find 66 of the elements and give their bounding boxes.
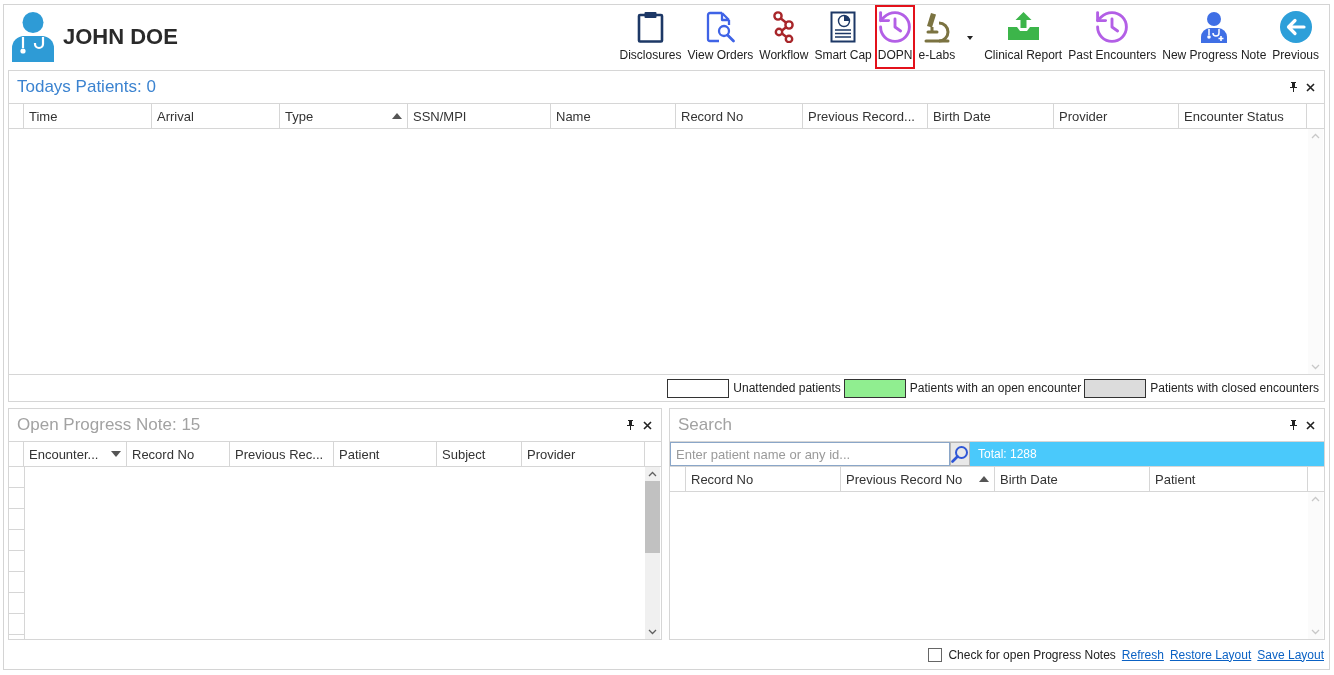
chevron-down-icon[interactable] (648, 629, 657, 635)
caret-icon[interactable] (967, 36, 974, 40)
close-icon[interactable] (643, 420, 652, 430)
total-count: Total: 1288 (978, 447, 1037, 461)
upload-tray-icon (1006, 11, 1040, 41)
panel-title: Todays Patients: 0 (17, 77, 156, 97)
scrollbar-thumb[interactable] (645, 481, 660, 553)
toolbar-button[interactable]: View Orders (684, 5, 757, 69)
clock-arrow-icon (879, 11, 912, 43)
legend-label: Unattended patients (733, 381, 841, 395)
checkbox-label: Check for open Progress Notes (948, 647, 1116, 662)
column-header[interactable]: Name (551, 104, 676, 128)
toolbar-button[interactable]: Smart Cap (811, 5, 875, 69)
column-header[interactable]: Record No (676, 104, 803, 128)
checkbox[interactable] (928, 647, 943, 662)
column-header[interactable]: Provider (522, 442, 645, 466)
column-header[interactable]: Subject (437, 442, 522, 466)
document-chart-icon (830, 11, 857, 43)
pin-icon[interactable] (1290, 420, 1297, 430)
legend-label: Patients with closed encounters (1150, 381, 1319, 395)
column-header[interactable]: Time (24, 104, 152, 128)
toolbar-button[interactable]: e-Labs (915, 5, 982, 69)
column-header[interactable]: Record No (686, 467, 841, 491)
chevron-up-icon[interactable] (648, 471, 657, 477)
vertical-scrollbar[interactable] (645, 467, 660, 639)
toolbar-button[interactable]: New Progress Note (1159, 5, 1270, 69)
column-header[interactable]: Record No (127, 442, 230, 466)
footer-link[interactable]: Refresh (1121, 647, 1164, 662)
column-header[interactable]: Previous Record... (803, 104, 928, 128)
toolbar-button[interactable]: Past Encounters (1065, 5, 1160, 69)
search-field[interactable]: Enter patient name or any id... (670, 442, 950, 466)
toolbar-button[interactable]: Disclosures (616, 5, 685, 69)
panel-title: Open Progress Note: 15 (17, 415, 201, 435)
panel-title: Search (678, 415, 732, 435)
column-header[interactable]: Provider (1054, 104, 1179, 128)
toolbar-button[interactable]: Clinical Report (981, 5, 1066, 69)
search-icon (951, 445, 969, 463)
toolbar-button[interactable]: Previous (1269, 5, 1322, 69)
footer-link[interactable]: Save Layout (1257, 647, 1324, 662)
column-header[interactable]: Encounter Status (1179, 104, 1307, 128)
pin-icon[interactable] (1290, 82, 1297, 92)
clock-arrow-icon (1096, 11, 1129, 43)
close-icon[interactable] (1306, 420, 1315, 430)
column-header[interactable]: Patient (334, 442, 437, 466)
column-header[interactable]: Birth Date (995, 467, 1150, 491)
search-button[interactable] (950, 442, 970, 466)
column-header[interactable]: Birth Date (928, 104, 1054, 128)
clipboard-icon (637, 11, 664, 43)
column-header[interactable]: Patient (1150, 467, 1308, 491)
column-header[interactable]: Previous Record No (841, 467, 995, 491)
column-header[interactable]: Previous Rec... (230, 442, 334, 466)
column-header[interactable]: Encounter... (24, 442, 127, 466)
close-icon[interactable] (1306, 82, 1315, 92)
legend-label: Patients with an open encounter (909, 381, 1082, 395)
pin-icon[interactable] (627, 420, 634, 430)
toolbar-button[interactable]: Workflow (756, 5, 812, 69)
user-name: JOHN DOE (63, 24, 178, 50)
column-header[interactable]: Arrival (152, 104, 280, 128)
column-header[interactable]: Type (280, 104, 408, 128)
doctor-avatar-icon (12, 12, 54, 62)
toolbar-button[interactable]: DOPN (874, 5, 916, 69)
footer-link[interactable]: Restore Layout (1169, 647, 1252, 662)
microscope-icon (923, 11, 950, 43)
connected-nodes-icon (771, 11, 796, 43)
document-search-icon (704, 11, 736, 43)
column-header[interactable]: SSN/MPI (408, 104, 551, 128)
